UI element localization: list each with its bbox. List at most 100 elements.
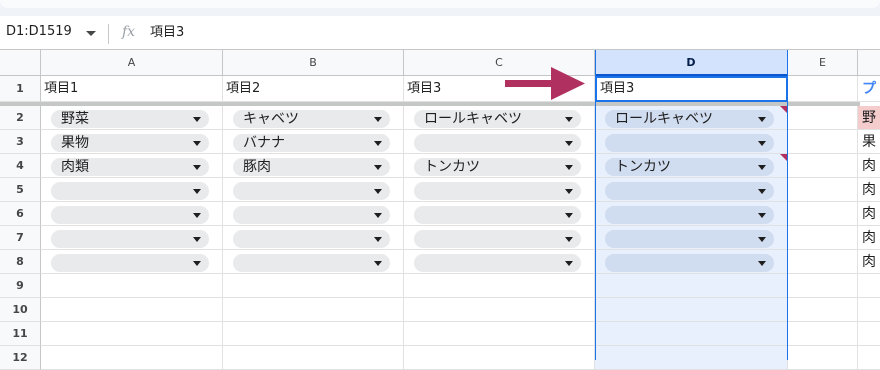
formula-input[interactable]: 項目3 (150, 23, 850, 43)
dropdown-chip[interactable]: 肉類 (51, 158, 209, 176)
chevron-down-icon[interactable] (758, 117, 766, 122)
cell-d12[interactable] (595, 346, 788, 370)
dropdown-chip[interactable] (605, 254, 774, 272)
row-header-3[interactable]: 3 (0, 130, 41, 154)
dropdown-chip[interactable] (51, 254, 209, 272)
dropdown-chip[interactable] (51, 206, 209, 224)
dropdown-chip[interactable] (233, 230, 390, 248)
cell-b11[interactable] (223, 322, 404, 346)
cell-c4[interactable]: トンカツ (404, 154, 595, 178)
name-box[interactable]: D1:D1519 (6, 24, 72, 39)
cell-a6[interactable] (41, 202, 223, 226)
chevron-down-icon[interactable] (193, 165, 201, 170)
column-header-b[interactable]: B (223, 50, 404, 76)
cell-e4[interactable] (788, 154, 858, 178)
row-header-9[interactable]: 9 (0, 274, 41, 298)
row-header-12[interactable]: 12 (0, 346, 41, 370)
name-box-dropdown-icon[interactable] (86, 31, 96, 36)
chevron-down-icon[interactable] (758, 237, 766, 242)
dropdown-chip[interactable] (233, 254, 390, 272)
cell-a1[interactable]: 項目1 (41, 76, 223, 102)
dropdown-chip[interactable] (233, 182, 390, 200)
cell-d5[interactable] (595, 178, 788, 202)
row-header-2[interactable]: 2 (0, 106, 41, 130)
cell-c11[interactable] (404, 322, 595, 346)
dropdown-chip[interactable] (605, 206, 774, 224)
cell-e11[interactable] (788, 322, 858, 346)
cell-d2[interactable]: ロールキャベツ (595, 106, 788, 130)
chevron-down-icon[interactable] (565, 189, 573, 194)
row-header-11[interactable]: 11 (0, 322, 41, 346)
cell-b10[interactable] (223, 298, 404, 322)
cell-b2[interactable]: キャベツ (223, 106, 404, 130)
cell-a10[interactable] (41, 298, 223, 322)
chevron-down-icon[interactable] (565, 213, 573, 218)
cell-e7[interactable] (788, 226, 858, 250)
dropdown-chip[interactable] (414, 182, 581, 200)
cell-e12[interactable] (788, 346, 858, 370)
cell-f9[interactable] (858, 274, 880, 298)
dropdown-chip[interactable] (51, 182, 209, 200)
cell-a12[interactable] (41, 346, 223, 370)
cell-e8[interactable] (788, 250, 858, 274)
cell-d9[interactable] (595, 274, 788, 298)
cell-d6[interactable] (595, 202, 788, 226)
chevron-down-icon[interactable] (374, 237, 382, 242)
cell-a8[interactable] (41, 250, 223, 274)
chevron-down-icon[interactable] (758, 141, 766, 146)
cell-a3[interactable]: 果物 (41, 130, 223, 154)
dropdown-chip[interactable] (414, 230, 581, 248)
chevron-down-icon[interactable] (193, 213, 201, 218)
chevron-down-icon[interactable] (193, 141, 201, 146)
column-header-e[interactable]: E (788, 50, 858, 76)
cell-c5[interactable] (404, 178, 595, 202)
dropdown-chip[interactable]: 野菜 (51, 110, 209, 128)
cell-b9[interactable] (223, 274, 404, 298)
dropdown-chip[interactable] (233, 206, 390, 224)
chevron-down-icon[interactable] (565, 141, 573, 146)
chevron-down-icon[interactable] (193, 261, 201, 266)
chevron-down-icon[interactable] (374, 189, 382, 194)
cell-b1[interactable]: 項目2 (223, 76, 404, 102)
chevron-down-icon[interactable] (758, 189, 766, 194)
dropdown-chip[interactable]: トンカツ (605, 158, 774, 176)
cell-f8[interactable]: 肉 (858, 250, 880, 274)
dropdown-chip[interactable] (51, 230, 209, 248)
chevron-down-icon[interactable] (565, 237, 573, 242)
cell-d10[interactable] (595, 298, 788, 322)
cell-c8[interactable] (404, 250, 595, 274)
cell-f11[interactable] (858, 322, 880, 346)
cell-a11[interactable] (41, 322, 223, 346)
cell-e3[interactable] (788, 130, 858, 154)
chevron-down-icon[interactable] (374, 117, 382, 122)
cell-c10[interactable] (404, 298, 595, 322)
dropdown-chip[interactable]: キャベツ (233, 110, 390, 128)
row-header-4[interactable]: 4 (0, 154, 41, 178)
chevron-down-icon[interactable] (758, 213, 766, 218)
cell-f12[interactable] (858, 346, 880, 370)
row-header-6[interactable]: 6 (0, 202, 41, 226)
row-header-7[interactable]: 7 (0, 226, 41, 250)
cell-f5[interactable]: 肉 (858, 178, 880, 202)
cell-b4[interactable]: 豚肉 (223, 154, 404, 178)
cell-a9[interactable] (41, 274, 223, 298)
dropdown-chip[interactable]: ロールキャベツ (414, 110, 581, 128)
cell-e5[interactable] (788, 178, 858, 202)
cell-b8[interactable] (223, 250, 404, 274)
column-header-f[interactable] (858, 50, 880, 76)
cell-c9[interactable] (404, 274, 595, 298)
dropdown-chip[interactable] (605, 230, 774, 248)
cell-a2[interactable]: 野菜 (41, 106, 223, 130)
cell-d1-active[interactable]: 項目3 (595, 76, 788, 102)
cell-d4[interactable]: トンカツ (595, 154, 788, 178)
chevron-down-icon[interactable] (193, 189, 201, 194)
cell-c12[interactable] (404, 346, 595, 370)
cell-b6[interactable] (223, 202, 404, 226)
row-header-8[interactable]: 8 (0, 250, 41, 274)
cell-c3[interactable] (404, 130, 595, 154)
cell-d11[interactable] (595, 322, 788, 346)
cell-f2[interactable]: 野 (858, 106, 880, 130)
select-all-corner[interactable] (0, 50, 41, 76)
chevron-down-icon[interactable] (565, 165, 573, 170)
cell-d8[interactable] (595, 250, 788, 274)
